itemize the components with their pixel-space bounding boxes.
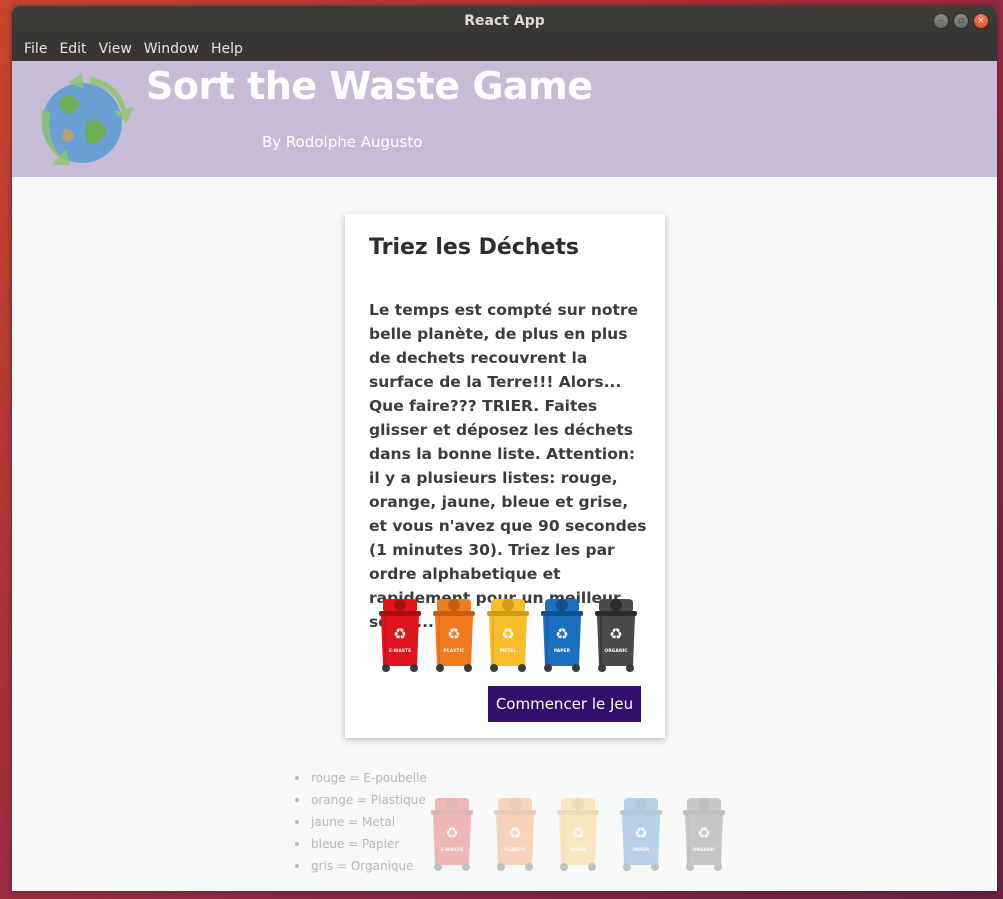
svg-text:♻: ♻ <box>447 625 460 643</box>
menu-edit[interactable]: Edit <box>53 41 92 57</box>
close-button[interactable]: × <box>973 13 989 29</box>
trash-bin-icon: ♻ PAPER <box>620 798 662 871</box>
legend-item-red: rouge = E-poubelle <box>295 767 427 789</box>
menu-window[interactable]: Window <box>138 41 205 57</box>
start-game-button[interactable]: Commencer le Jeu <box>488 686 641 722</box>
svg-text:♻: ♻ <box>508 824 521 842</box>
minimize-button[interactable]: – <box>933 13 949 29</box>
page-title: Sort the Waste Game <box>146 64 593 108</box>
bin-label: ORGANIC <box>604 648 628 654</box>
card-title: Triez les Déchets <box>369 235 579 260</box>
trash-bin-icon: ♻ E-WASTE <box>431 798 473 871</box>
recycle-globe-icon <box>41 73 134 165</box>
legend-item-blue: bleue = Papier <box>295 833 427 855</box>
menu-bar: File Edit View Window Help <box>12 36 997 61</box>
bin-label: PAPER <box>554 648 571 654</box>
menu-view[interactable]: View <box>93 41 138 57</box>
app-window: React App – ▫ × File Edit View Window He… <box>12 6 997 891</box>
trash-bin-icon: ♻ PAPER <box>541 599 583 672</box>
bin-label: METAL <box>500 648 517 654</box>
trash-bin-icon: ♻ PLASTIC <box>494 798 536 871</box>
app-header: Sort the Waste Game By Rodolphe Augusto <box>12 61 997 177</box>
intro-card: Triez les Déchets Le temps est compté su… <box>345 214 665 738</box>
legend-item-yellow: jaune = Metal <box>295 811 427 833</box>
svg-text:♻: ♻ <box>501 625 514 643</box>
bins-row: ♻ E-WASTE ♻ PLASTIC ♻ METAL ♻ PAPER ♻ ORGANIC <box>377 596 639 674</box>
maximize-button[interactable]: ▫ <box>953 13 969 29</box>
bin-label: PAPER <box>633 847 650 853</box>
author-subtitle: By Rodolphe Augusto <box>262 133 423 151</box>
trash-bin-icon: ♻ PLASTIC <box>433 599 475 672</box>
window-title: React App <box>464 13 545 29</box>
svg-text:♻: ♻ <box>571 824 584 842</box>
legend-item-gray: gris = Organique <box>295 855 427 877</box>
trash-bin-icon: ♻ ORGANIC <box>595 599 637 672</box>
bin-label: PLASTIC <box>444 648 466 654</box>
svg-text:♻: ♻ <box>609 625 622 643</box>
trash-bin-icon: ♻ E-WASTE <box>379 599 421 672</box>
window-controls: – ▫ × <box>933 13 989 29</box>
color-legend: rouge = E-poubelle orange = Plastique ja… <box>295 767 427 877</box>
svg-text:♻: ♻ <box>634 824 647 842</box>
title-bar: React App – ▫ × <box>12 6 997 36</box>
bin-label: METAL <box>570 847 587 853</box>
bin-label: ORGANIC <box>692 847 716 853</box>
svg-text:♻: ♻ <box>697 824 710 842</box>
bin-label: PLASTIC <box>505 847 527 853</box>
legend-item-orange: orange = Plastique <box>295 789 427 811</box>
trash-bin-icon: ♻ METAL <box>487 599 529 672</box>
svg-text:♻: ♻ <box>393 625 406 643</box>
trash-bin-icon: ♻ METAL <box>557 798 599 871</box>
menu-file[interactable]: File <box>18 41 53 57</box>
trash-bin-icon: ♻ ORGANIC <box>683 798 725 871</box>
bin-label: E-WASTE <box>441 847 463 853</box>
svg-text:♻: ♻ <box>555 625 568 643</box>
card-description: Le temps est compté sur notre belle plan… <box>369 301 647 631</box>
menu-help[interactable]: Help <box>205 41 249 57</box>
svg-text:♻: ♻ <box>445 824 458 842</box>
bin-label: E-WASTE <box>389 648 411 654</box>
legend-bins: ♻ E-WASTE ♻ PLASTIC ♻ METAL ♻ PAPER ♻ ORGANIC <box>429 790 727 878</box>
